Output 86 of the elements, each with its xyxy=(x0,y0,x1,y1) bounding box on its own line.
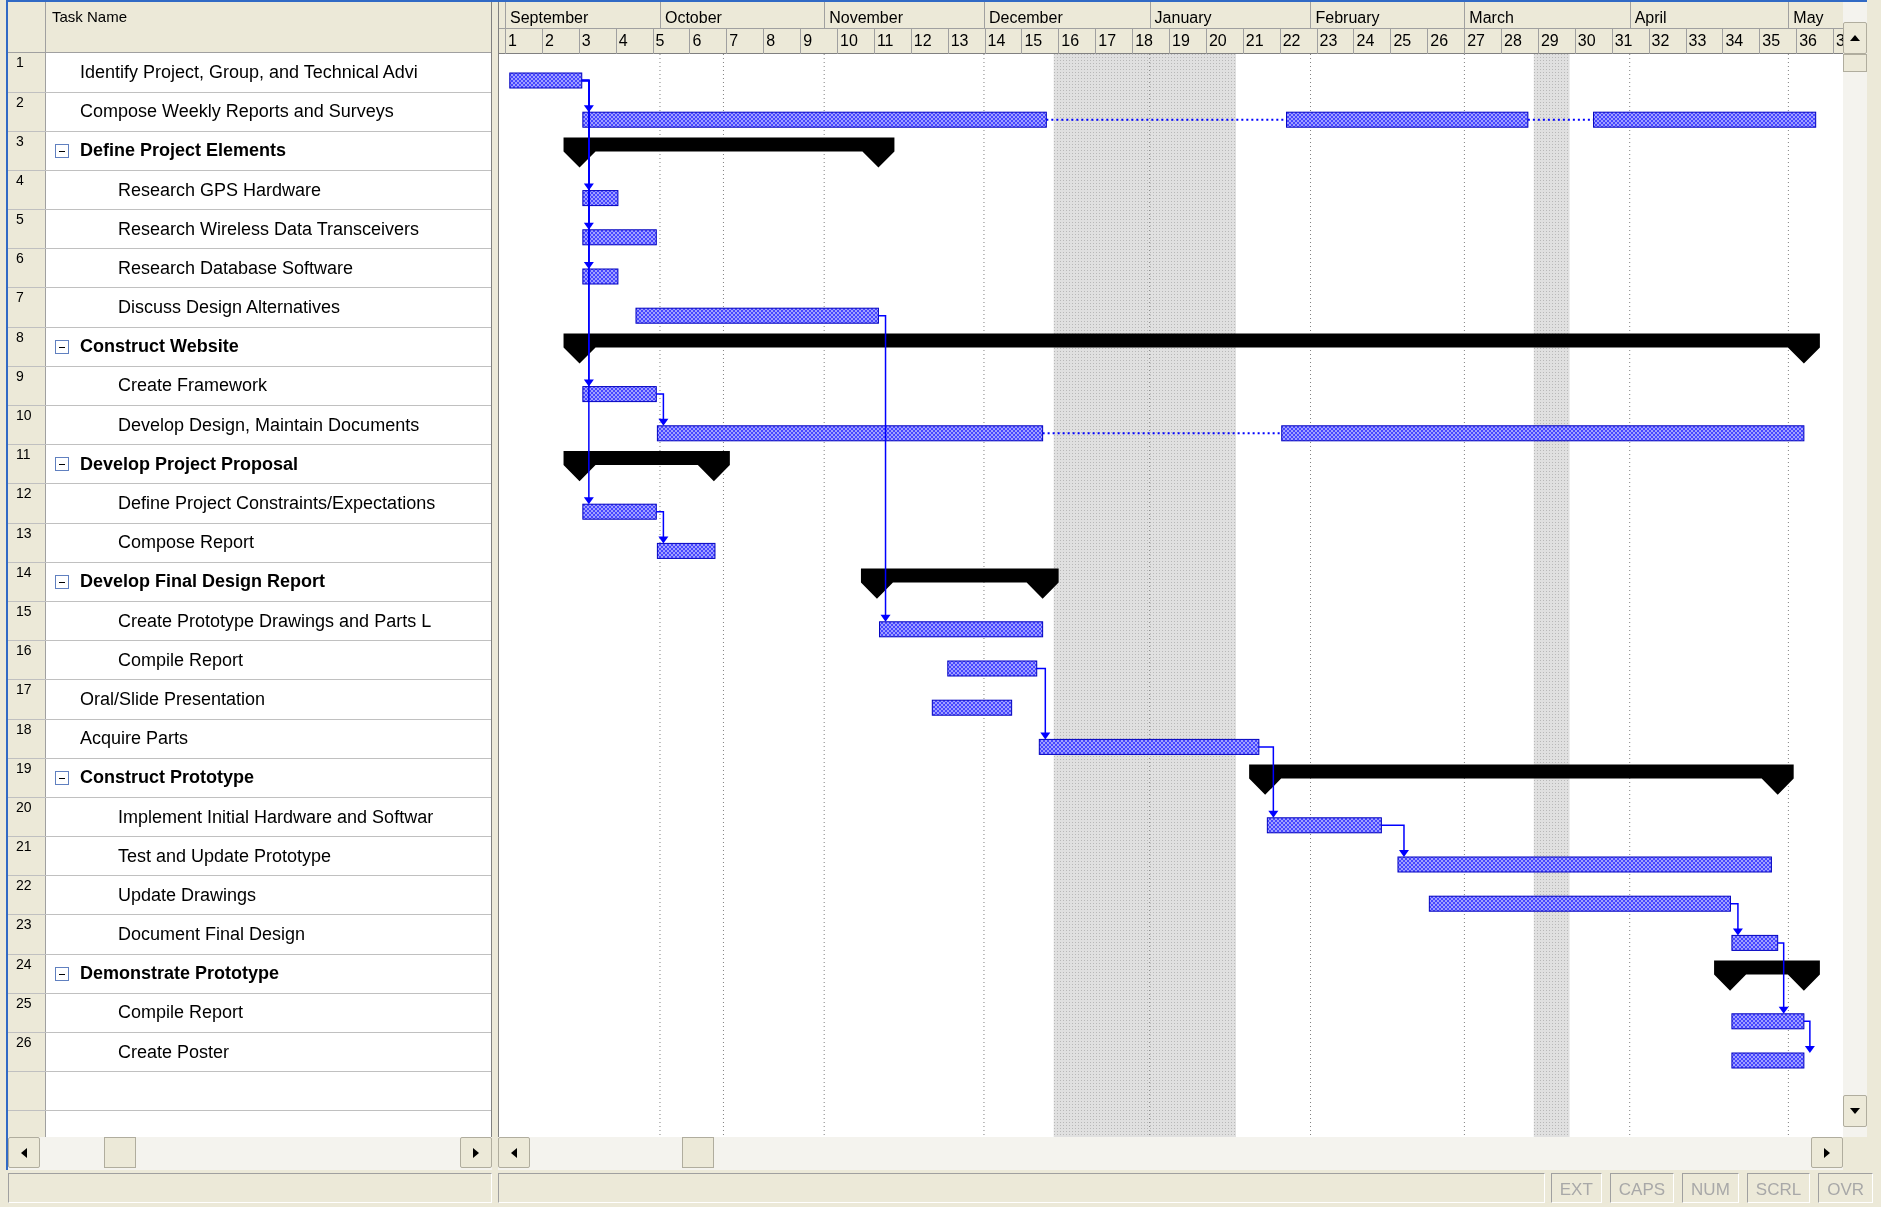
status-indicator: OVR xyxy=(1818,1173,1873,1203)
row-number: 8 xyxy=(8,327,46,366)
week-label: 3 xyxy=(578,29,616,54)
row-number: 18 xyxy=(8,719,46,758)
row-number: 5 xyxy=(8,210,46,249)
week-label: 1 xyxy=(505,29,542,54)
task-name: Implement Initial Hardware and Softwar xyxy=(118,805,434,829)
week-label: 6 xyxy=(689,29,727,54)
week-label: 33 xyxy=(1685,29,1723,54)
task-name: Define Project Constraints/Expectations xyxy=(118,492,436,515)
week-label: 11 xyxy=(873,29,911,54)
row-number: 6 xyxy=(8,249,46,288)
task-name: Compose Weekly Reports and Surveys xyxy=(80,100,394,124)
status-indicator: NUM xyxy=(1682,1173,1739,1203)
row-number: 24 xyxy=(8,954,46,993)
row-number: 17 xyxy=(8,680,46,719)
week-label: 30 xyxy=(1574,29,1612,54)
week-label: 35 xyxy=(1759,29,1797,54)
summary-task-name: Define Project Elements xyxy=(80,139,287,163)
row-number: 7 xyxy=(8,288,46,327)
row-number: 11 xyxy=(8,445,46,484)
week-label: 2 xyxy=(541,29,579,54)
task-name: Create Framework xyxy=(118,374,268,398)
week-label: 7 xyxy=(726,29,764,54)
task-name: Document Final Design xyxy=(118,923,306,947)
status-indicator: SCRL xyxy=(1746,1173,1811,1203)
row-number: 9 xyxy=(8,366,46,406)
task-name: Research Database Software xyxy=(118,256,354,280)
row-number: 15 xyxy=(8,602,46,641)
column-header: Task Name xyxy=(52,8,128,25)
row-number: 25 xyxy=(8,993,46,1033)
week-label: 31 xyxy=(1611,29,1649,54)
row-number: 19 xyxy=(8,758,46,797)
week-label: 36 xyxy=(1796,29,1834,54)
row-number: 21 xyxy=(8,837,46,876)
summary-task-name: Develop Project Proposal xyxy=(80,452,299,476)
task-name: Create Poster xyxy=(118,1040,230,1064)
week-label: 9 xyxy=(800,29,837,54)
week-label: 10 xyxy=(837,29,874,54)
week-label: 14 xyxy=(984,29,1022,54)
row-number: 14 xyxy=(8,562,46,601)
task-name: Identify Project, Group, and Technical Advi xyxy=(80,60,418,84)
task-name: Test and Update Prototype xyxy=(118,844,332,868)
week-label: 13 xyxy=(947,29,985,54)
week-label: 8 xyxy=(763,29,801,54)
row-number: 12 xyxy=(8,484,46,523)
status-indicator: EXT xyxy=(1550,1173,1602,1203)
task-name: Compose Report xyxy=(118,531,255,555)
summary-task-name: Construct Prototype xyxy=(80,766,254,790)
week-label: 25 xyxy=(1390,29,1428,54)
row-number: 4 xyxy=(8,170,46,210)
task-name: Oral/Slide Presentation xyxy=(80,687,266,711)
task-name: Develop Design, Maintain Documents xyxy=(118,413,420,437)
row-number: 22 xyxy=(8,876,46,915)
task-name: Compile Report xyxy=(118,1001,244,1025)
task-name: Create Prototype Drawings and Parts L xyxy=(118,609,432,633)
week-label: 4 xyxy=(615,29,653,54)
week-label: 26 xyxy=(1427,29,1465,54)
row-number: 16 xyxy=(8,641,46,680)
week-label: 32 xyxy=(1648,29,1686,54)
week-label: 24 xyxy=(1353,29,1391,54)
task-name: Research GPS Hardware xyxy=(118,178,322,202)
summary-task-name: Develop Final Design Report xyxy=(80,570,326,594)
row-number: 26 xyxy=(8,1033,46,1072)
week-label: 12 xyxy=(910,29,948,54)
week-label: 22 xyxy=(1279,29,1317,54)
week-label: 27 xyxy=(1464,29,1502,54)
row-number: 1 xyxy=(8,53,46,92)
task-name: Acquire Parts xyxy=(80,727,189,751)
week-label: 5 xyxy=(652,29,690,54)
week-label: 34 xyxy=(1722,29,1760,54)
row-number: 20 xyxy=(8,797,46,837)
status-indicator: CAPS xyxy=(1609,1173,1675,1203)
summary-task-name: Construct Website xyxy=(80,335,239,359)
row-number: 2 xyxy=(8,92,46,131)
task-name: Update Drawings xyxy=(118,883,257,907)
week-label: 23 xyxy=(1316,29,1354,54)
row-number: 3 xyxy=(8,131,46,170)
summary-task-name: Demonstrate Prototype xyxy=(80,962,280,986)
row-number: 23 xyxy=(8,915,46,954)
row-number: 13 xyxy=(8,523,46,562)
task-name: Discuss Design Alternatives xyxy=(118,296,341,320)
task-name: Research Wireless Data Transceivers xyxy=(118,217,420,241)
week-label: 21 xyxy=(1242,29,1280,54)
row-number: 10 xyxy=(8,406,46,445)
task-name: Compile Report xyxy=(118,648,244,672)
